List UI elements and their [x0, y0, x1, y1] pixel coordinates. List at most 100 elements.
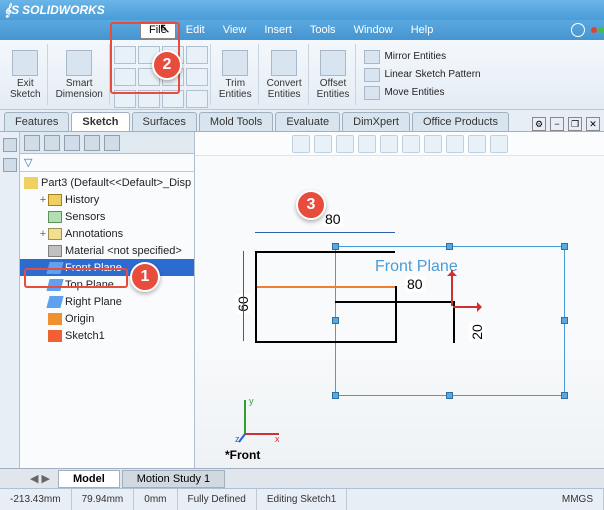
zoom-area-icon[interactable] — [314, 135, 332, 153]
tab-evaluate[interactable]: Evaluate — [275, 112, 340, 131]
edit-appearance-icon[interactable] — [446, 135, 464, 153]
dimension-20[interactable]: 20 — [469, 322, 485, 342]
sketch-icon — [48, 330, 62, 342]
plane-icon — [46, 296, 63, 308]
app-logo: 𝄞S SOLIDWORKS — [4, 3, 105, 18]
tree-material-label: Material <not specified> — [65, 245, 182, 257]
mdi-restore-icon[interactable]: ❐ — [568, 117, 582, 131]
search-icon[interactable] — [571, 23, 585, 37]
exit-sketch-button[interactable]: Exit Sketch — [4, 44, 48, 105]
filter-icon: ▽ — [24, 156, 32, 169]
view-toolbar — [195, 132, 604, 156]
menu-window[interactable]: Window — [346, 22, 401, 38]
offset-entities-button[interactable]: Offset Entities — [311, 44, 357, 105]
tab-office-products[interactable]: Office Products — [412, 112, 509, 131]
tree-right-plane[interactable]: Right Plane — [20, 293, 194, 310]
mdi-close-icon[interactable]: ✕ — [586, 117, 600, 131]
view-triad[interactable]: y x z — [235, 394, 285, 444]
menu-view[interactable]: View — [215, 22, 255, 38]
tree-root-label: Part3 (Default<<Default>_Disp — [41, 177, 191, 189]
mirror-icon — [364, 50, 380, 64]
convert-entities-button[interactable]: Convert Entities — [261, 44, 309, 105]
graphics-canvas[interactable]: Front Plane 80 80 60 20 — [195, 156, 604, 468]
move-icon — [364, 86, 380, 100]
tree-right-plane-label: Right Plane — [65, 296, 122, 308]
tab-features[interactable]: Features — [4, 112, 69, 131]
offset-label: Offset Entities — [317, 78, 350, 100]
hide-show-icon[interactable] — [424, 135, 442, 153]
fm-dimxpert-icon[interactable] — [84, 135, 100, 151]
section-view-icon[interactable] — [358, 135, 376, 153]
zoom-to-fit-icon[interactable] — [292, 135, 310, 153]
move-entities-button[interactable]: Move Entities — [364, 86, 480, 100]
highlight-box-front-plane — [24, 268, 128, 288]
traffic-light-icon — [591, 27, 604, 33]
tree-history-label: History — [65, 194, 99, 206]
sketch-line[interactable] — [255, 341, 395, 343]
fm-property-manager-icon[interactable] — [44, 135, 60, 151]
fm-design-tree-icon[interactable] — [24, 135, 40, 151]
fm-toolbar — [20, 132, 194, 154]
menu-help[interactable]: Help — [403, 22, 442, 38]
smart-dimension-button[interactable]: Smart Dimension — [50, 44, 110, 105]
menu-tools[interactable]: Tools — [302, 22, 344, 38]
trim-entities-button[interactable]: Trim Entities — [213, 44, 259, 105]
sketch-line-selected[interactable] — [255, 286, 395, 288]
sketch-line[interactable] — [335, 301, 455, 303]
polygon-tool-icon[interactable] — [186, 68, 208, 86]
sketch-line[interactable] — [395, 286, 397, 343]
point-tool-icon[interactable] — [186, 46, 208, 64]
fm-filter-bar[interactable]: ▽ — [20, 154, 194, 172]
plane-tool-icon[interactable] — [186, 90, 208, 108]
tab-surfaces[interactable]: Surfaces — [132, 112, 197, 131]
tree-history[interactable]: +History — [20, 191, 194, 208]
tree-material[interactable]: Material <not specified> — [20, 242, 194, 259]
side-tool-1[interactable] — [3, 138, 17, 152]
feature-tree: Part3 (Default<<Default>_Disp +History S… — [20, 172, 194, 468]
sketch-line[interactable] — [255, 251, 257, 341]
dimension-80a[interactable]: 80 — [323, 211, 343, 227]
trim-icon — [222, 50, 248, 76]
view-orientation-icon[interactable] — [380, 135, 398, 153]
convert-label: Convert Entities — [267, 78, 302, 100]
mdi-settings-icon[interactable]: ⚙ — [532, 117, 546, 131]
view-settings-icon[interactable] — [490, 135, 508, 153]
part-icon — [24, 177, 38, 189]
tab-motion-study[interactable]: Motion Study 1 — [122, 470, 225, 488]
tab-dimxpert[interactable]: DimXpert — [342, 112, 410, 131]
menu-bar: File Edit View Insert Tools Window Help — [0, 20, 604, 40]
tree-sketch1[interactable]: Sketch1 — [20, 327, 194, 344]
linear-pattern-icon — [364, 68, 380, 82]
menu-edit[interactable]: Edit — [178, 22, 213, 38]
bottom-tabs: ◀ ▶ Model Motion Study 1 — [0, 468, 604, 488]
command-tabs: Features Sketch Surfaces Mold Tools Eval… — [0, 110, 604, 132]
previous-view-icon[interactable] — [336, 135, 354, 153]
mirror-label: Mirror Entities — [384, 51, 446, 62]
tree-annotations[interactable]: +Annotations — [20, 225, 194, 242]
callout-1: 1 — [130, 262, 160, 292]
viewport-area: Front Plane 80 80 60 20 — [195, 132, 604, 468]
tab-mold-tools[interactable]: Mold Tools — [199, 112, 273, 131]
mdi-minimize-icon[interactable]: − — [550, 117, 564, 131]
fm-display-manager-icon[interactable] — [104, 135, 120, 151]
mdi-window-controls: ⚙ − ❐ ✕ — [532, 117, 604, 131]
tab-model[interactable]: Model — [58, 470, 120, 488]
tree-sensors[interactable]: Sensors — [20, 208, 194, 225]
apply-scene-icon[interactable] — [468, 135, 486, 153]
tab-sketch[interactable]: Sketch — [71, 112, 129, 131]
fm-config-manager-icon[interactable] — [64, 135, 80, 151]
menu-insert[interactable]: Insert — [256, 22, 300, 38]
logo-icon: 𝄞S — [4, 3, 19, 18]
tree-root[interactable]: Part3 (Default<<Default>_Disp — [20, 174, 194, 191]
svg-text:x: x — [275, 434, 280, 444]
side-tool-2[interactable] — [3, 158, 17, 172]
tree-origin[interactable]: Origin — [20, 310, 194, 327]
tab-scroll-icons[interactable]: ◀ ▶ — [30, 472, 50, 485]
sketch-line[interactable] — [255, 251, 395, 253]
linear-pattern-button[interactable]: Linear Sketch Pattern — [364, 68, 480, 82]
tree-sensors-label: Sensors — [65, 211, 105, 223]
sensors-icon — [48, 211, 62, 223]
mirror-entities-button[interactable]: Mirror Entities — [364, 50, 480, 64]
dimension-80b[interactable]: 80 — [405, 276, 425, 292]
display-style-icon[interactable] — [402, 135, 420, 153]
